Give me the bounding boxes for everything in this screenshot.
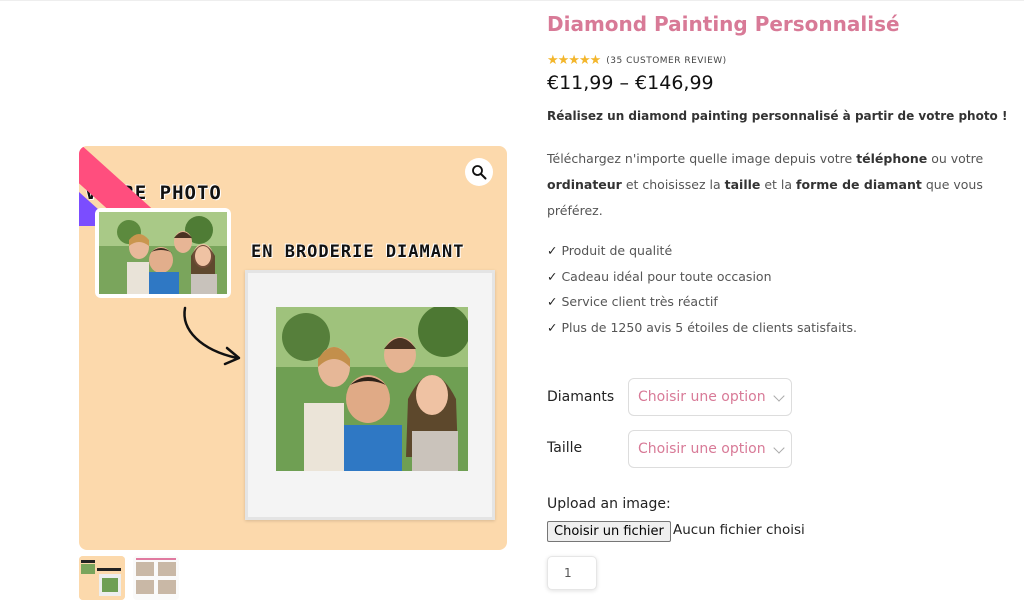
file-status: Aucun fichier choisi <box>673 522 805 538</box>
taille-select[interactable]: Choisir une option <box>628 430 792 468</box>
diamants-select[interactable]: Choisir une option <box>628 378 792 416</box>
feature-item: Plus de 1250 avis 5 étoiles de clients s… <box>547 315 857 341</box>
diamants-label: Diamants <box>547 389 615 405</box>
product-main-image[interactable]: VOTRE PHOTO EN BRODERIE DIAMANT <box>79 146 507 550</box>
chevron-down-icon <box>773 442 785 454</box>
taille-label: Taille <box>547 440 583 456</box>
feature-item: Produit de qualité <box>547 238 857 264</box>
quantity-input[interactable] <box>547 556 597 590</box>
headline-broderie-diamant: EN BRODERIE DIAMANT <box>251 242 465 262</box>
customer-review-link[interactable]: (35 CUSTOMER REVIEW) <box>606 56 726 66</box>
chevron-down-icon <box>773 390 785 402</box>
product-lead-text: Réalisez un diamond painting personnalis… <box>547 109 1008 123</box>
curved-arrow-icon <box>183 306 241 366</box>
feature-list: Produit de qualité Cadeau idéal pour tou… <box>547 238 857 340</box>
top-divider <box>0 0 1024 1</box>
choose-file-button[interactable]: Choisir un fichier <box>547 521 671 542</box>
diamants-select-value: Choisir une option <box>638 389 766 405</box>
upload-label: Upload an image: <box>547 496 671 512</box>
price-range: €11,99 – €146,99 <box>547 72 714 94</box>
feature-item: Service client très réactif <box>547 289 857 315</box>
original-photo <box>95 208 231 298</box>
zoom-button[interactable] <box>465 158 493 186</box>
product-title: Diamond Painting Personnalisé <box>547 12 900 36</box>
rating-row: ★★★★★ (35 CUSTOMER REVIEW) <box>547 53 727 68</box>
product-description: Téléchargez n'importe quelle image depui… <box>547 151 984 218</box>
search-icon <box>472 165 487 180</box>
feature-item: Cadeau idéal pour toute occasion <box>547 264 857 290</box>
diamond-painting-frame <box>245 270 495 520</box>
taille-select-value: Choisir une option <box>638 441 766 457</box>
star-rating-icon: ★★★★★ <box>547 53 601 68</box>
thumbnail-2[interactable] <box>133 556 179 600</box>
thumbnail-1[interactable] <box>79 556 125 600</box>
